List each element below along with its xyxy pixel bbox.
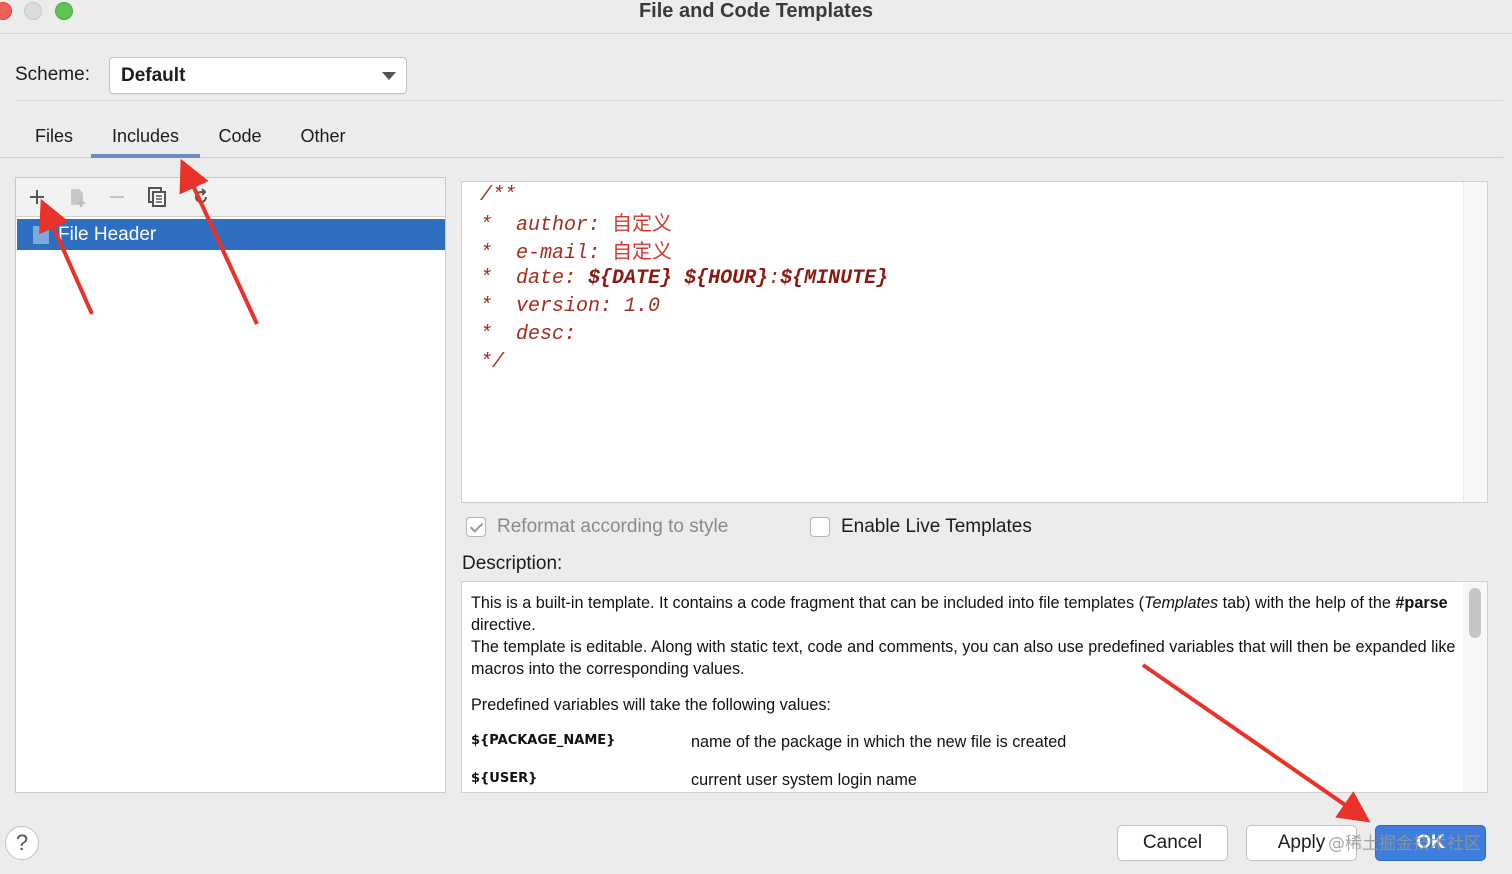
- tab-files[interactable]: Files: [35, 126, 73, 158]
- tab-includes[interactable]: Includes: [91, 126, 200, 158]
- divider: [15, 100, 1503, 101]
- live-templates-label: Enable Live Templates: [841, 516, 1032, 537]
- code-line: /**: [480, 184, 517, 207]
- minus-icon[interactable]: [105, 185, 129, 209]
- scrollbar-thumb[interactable]: [1469, 588, 1481, 638]
- scheme-label: Scheme:: [15, 64, 90, 85]
- code-value: 自定义: [612, 238, 673, 263]
- description-paragraph: Predefined variables will take the follo…: [471, 696, 831, 714]
- variable-name: ${USER}: [471, 771, 538, 786]
- variable-row: ${PACKAGE_NAME} name of the package in w…: [471, 730, 1456, 768]
- copy-icon[interactable]: [145, 185, 169, 209]
- scheme-select[interactable]: Default: [109, 57, 407, 94]
- description-paragraph: This is a built-in template. It contains…: [471, 592, 1456, 680]
- template-list-panel: File Header: [15, 177, 446, 793]
- chevron-down-icon: [382, 72, 396, 80]
- description-text-part: directive.: [471, 616, 536, 634]
- plus-icon[interactable]: [25, 185, 49, 209]
- variable-row: ${USER} current user system login name: [471, 768, 1456, 792]
- file-icon: [31, 224, 51, 252]
- code-line: * e-mail: 自定义: [480, 238, 888, 266]
- code-key: * author:: [480, 213, 613, 237]
- code-line: * author: 自定义: [480, 210, 888, 238]
- variable-name: ${PACKAGE_NAME}: [471, 733, 616, 748]
- variable-desc: name of the package in which the new fil…: [691, 733, 1067, 751]
- tree-item-label: File Header: [58, 224, 157, 245]
- scheme-value: Default: [121, 65, 186, 86]
- code-line: */: [480, 350, 505, 374]
- live-templates-option[interactable]: Enable Live Templates: [810, 514, 1032, 540]
- description-text-part: The template is editable. Along with sta…: [471, 638, 1456, 678]
- description-text-part: This is a built-in template. It contains…: [471, 594, 1145, 612]
- code-text: /** * author: 自定义 * e-mail: 自定义 * date: …: [480, 182, 888, 377]
- variable-desc: current user system login name: [691, 771, 917, 789]
- tab-bar: Files Includes Code Other: [0, 116, 1503, 158]
- description-text-part: tab) with the help of the: [1218, 594, 1396, 612]
- code-colon: :: [768, 267, 781, 291]
- description-text: This is a built-in template. It contains…: [471, 592, 1456, 792]
- cancel-button[interactable]: Cancel: [1117, 825, 1228, 861]
- tree-item-file-header[interactable]: File Header: [17, 219, 445, 250]
- template-editor[interactable]: /** * author: 自定义 * e-mail: 自定义 * date: …: [461, 181, 1488, 503]
- tab-other[interactable]: Other: [299, 126, 347, 158]
- window-title: File and Code Templates: [638, 0, 874, 22]
- code-variable: ${MINUTE}: [780, 267, 889, 291]
- description-scrollbar[interactable]: [1463, 582, 1487, 792]
- code-key: * date:: [480, 267, 589, 291]
- reformat-checkbox[interactable]: [466, 517, 486, 537]
- description-bold: #parse: [1395, 594, 1448, 612]
- code-line: * desc:: [480, 322, 577, 346]
- description-panel: This is a built-in template. It contains…: [461, 581, 1488, 793]
- template-toolbar: [16, 178, 445, 217]
- code-line: * version: 1.0: [480, 295, 661, 319]
- title-bar: File and Code Templates: [0, 0, 1512, 34]
- editor-scrollbar[interactable]: [1463, 182, 1487, 502]
- reformat-label: Reformat according to style: [497, 516, 729, 537]
- help-button[interactable]: ?: [5, 826, 39, 860]
- code-value: 自定义: [612, 210, 673, 235]
- description-label: Description:: [462, 553, 563, 574]
- code-variable: ${HOUR}: [684, 267, 769, 291]
- live-templates-checkbox[interactable]: [810, 517, 830, 537]
- code-line: * date: ${DATE} ${HOUR}:${MINUTE}: [480, 265, 888, 293]
- description-italic: Templates: [1144, 594, 1219, 612]
- code-variable: ${DATE}: [588, 267, 673, 291]
- tab-code[interactable]: Code: [218, 126, 262, 158]
- watermark: @稀土掘金技术社区: [1328, 834, 1481, 854]
- reformat-option[interactable]: Reformat according to style: [466, 514, 728, 540]
- code-key: * e-mail:: [480, 241, 613, 265]
- reset-icon[interactable]: [189, 185, 213, 209]
- add-child-icon[interactable]: [66, 185, 90, 209]
